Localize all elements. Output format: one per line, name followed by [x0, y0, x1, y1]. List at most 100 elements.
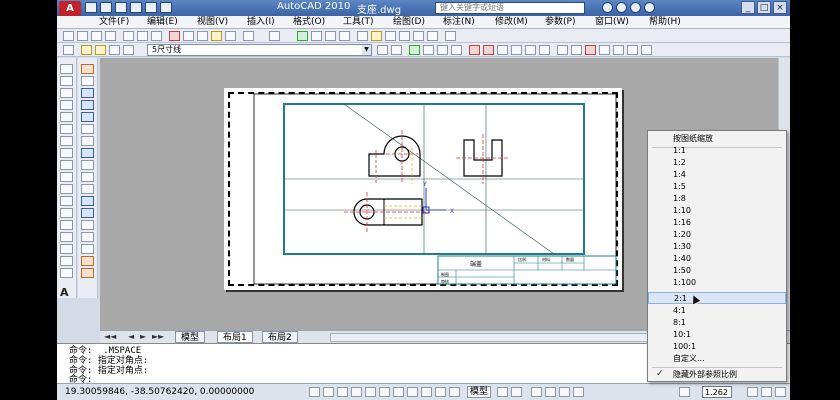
center-mark-icon[interactable] [599, 45, 610, 55]
zoom-previous-icon[interactable] [339, 31, 350, 41]
undo-icon[interactable] [145, 2, 157, 13]
menu-insert[interactable]: 插入(I) [247, 16, 275, 29]
save-icon[interactable] [115, 2, 127, 13]
workspace-switching-icon[interactable] [747, 387, 758, 397]
lock-ui-icon[interactable] [761, 387, 772, 397]
trim-icon[interactable] [557, 45, 568, 55]
favorites-star-icon[interactable] [630, 2, 641, 13]
offset-icon[interactable] [451, 45, 462, 55]
zoom-realtime-icon[interactable] [311, 31, 322, 41]
scale-menu-item[interactable]: 1:8 [648, 193, 786, 205]
trim-icon[interactable] [81, 172, 94, 182]
communication-center-icon[interactable] [616, 2, 627, 13]
scale-menu-item[interactable]: 1:50 [648, 265, 786, 277]
scale-menu-item[interactable]: 1:20 [648, 229, 786, 241]
mirror-icon[interactable] [437, 45, 448, 55]
menu-format[interactable]: 格式(O) [293, 16, 325, 29]
minimize-button[interactable]: _ [741, 1, 755, 14]
publish-icon[interactable] [137, 31, 148, 41]
dynamic-input-icon[interactable] [421, 387, 432, 397]
table-icon[interactable] [60, 268, 73, 278]
arc-icon[interactable] [60, 124, 73, 134]
menu-parametric[interactable]: 参数(P) [545, 16, 575, 29]
multiline-text-icon[interactable]: A [60, 286, 69, 299]
redo-icon[interactable] [160, 2, 172, 13]
gradient-icon[interactable] [60, 244, 73, 254]
grid-display-icon[interactable] [337, 387, 348, 397]
tab-model[interactable]: 模型 [175, 331, 206, 343]
quick-view-drawings-icon[interactable] [511, 387, 522, 397]
scale-menu-item[interactable]: 1:2 [648, 157, 786, 169]
layer-color-icon[interactable] [123, 45, 134, 55]
tolerance-icon[interactable] [585, 45, 596, 55]
pan-status-icon[interactable] [531, 387, 542, 397]
extend-icon[interactable] [571, 45, 582, 55]
rectangle-icon[interactable] [60, 112, 73, 122]
dim-update-icon[interactable] [627, 45, 638, 55]
scale-menu-item[interactable]: 100:1 [648, 341, 786, 353]
dim-diameter-icon[interactable] [539, 45, 550, 55]
save-icon[interactable] [91, 31, 102, 41]
stretch-icon[interactable] [81, 160, 94, 170]
sheet-set-icon[interactable] [399, 31, 410, 41]
cut-icon[interactable] [169, 31, 180, 41]
pan-icon[interactable] [297, 31, 308, 41]
dim-style-icon[interactable] [641, 45, 652, 55]
fillet-icon[interactable] [81, 244, 94, 254]
scale-menu-item[interactable]: 1:100 [648, 277, 786, 289]
break-icon[interactable] [81, 208, 94, 218]
tab-nav-last-icon[interactable]: ►► [152, 332, 164, 341]
mirror-icon[interactable] [81, 88, 94, 98]
search-icon[interactable] [602, 2, 613, 13]
markup-icon[interactable] [413, 31, 424, 41]
polygon-icon[interactable] [60, 100, 73, 110]
rotate-icon[interactable] [81, 136, 94, 146]
scale-menu-item[interactable]: 1:1 [648, 145, 786, 157]
design-center-icon[interactable] [371, 31, 382, 41]
polar-tracking-icon[interactable] [365, 387, 376, 397]
make-block-icon[interactable] [60, 208, 73, 218]
chamfer-icon[interactable] [81, 232, 94, 242]
menu-modify[interactable]: 修改(M) [495, 16, 528, 29]
help-icon[interactable] [445, 31, 456, 41]
make-current-layer-icon[interactable] [377, 45, 388, 55]
hatch-icon[interactable] [60, 232, 73, 242]
3d-dwf-icon[interactable] [151, 31, 162, 41]
clean-screen-icon[interactable] [775, 387, 786, 397]
menu-view[interactable]: 视图(V) [197, 16, 228, 29]
scale-menu-item-hovered[interactable]: 2:1 [648, 292, 786, 304]
move-icon[interactable] [409, 45, 420, 55]
scale-menu-item[interactable]: 1:30 [648, 241, 786, 253]
scale-icon[interactable] [81, 148, 94, 158]
copy-icon[interactable] [81, 76, 94, 86]
spline-icon[interactable] [60, 160, 73, 170]
quick-properties-icon[interactable] [449, 387, 460, 397]
quickcalc-icon[interactable] [427, 31, 438, 41]
cursor-coordinates[interactable]: 19.30059846, -38.50762420, 0.00000000 [65, 387, 254, 397]
quick-view-layouts-icon[interactable] [497, 387, 508, 397]
layer-previous-icon[interactable] [391, 45, 402, 55]
object-snap-icon[interactable] [379, 387, 390, 397]
point-icon[interactable] [60, 220, 73, 230]
dim-ordinate-icon[interactable] [511, 45, 522, 55]
lock-icon[interactable] [109, 45, 120, 55]
tab-nav-next-icon[interactable]: ► [140, 332, 146, 341]
layer-manager-icon[interactable] [63, 45, 74, 55]
revision-cloud-icon[interactable] [60, 148, 73, 158]
circle-icon[interactable] [60, 136, 73, 146]
scale-menu-item[interactable]: 1:16 [648, 217, 786, 229]
join-icon[interactable] [81, 220, 94, 230]
scale-menu-item[interactable]: 4:1 [648, 305, 786, 317]
scale-menu-item[interactable]: 8:1 [648, 317, 786, 329]
tab-nav-first-icon[interactable]: ◄◄ [104, 332, 116, 341]
redo-icon[interactable] [269, 31, 280, 41]
insert-block-icon[interactable] [60, 196, 73, 206]
menu-window[interactable]: 窗口(W) [595, 16, 629, 29]
object-snap-tracking-icon[interactable] [393, 387, 404, 397]
sun-icon[interactable] [95, 45, 106, 55]
tab-layout1[interactable]: 布局1 [217, 331, 253, 343]
zoom-status-icon[interactable] [545, 387, 556, 397]
extend-icon[interactable] [81, 184, 94, 194]
help-icon[interactable] [644, 2, 655, 13]
properties-icon[interactable] [81, 268, 94, 278]
